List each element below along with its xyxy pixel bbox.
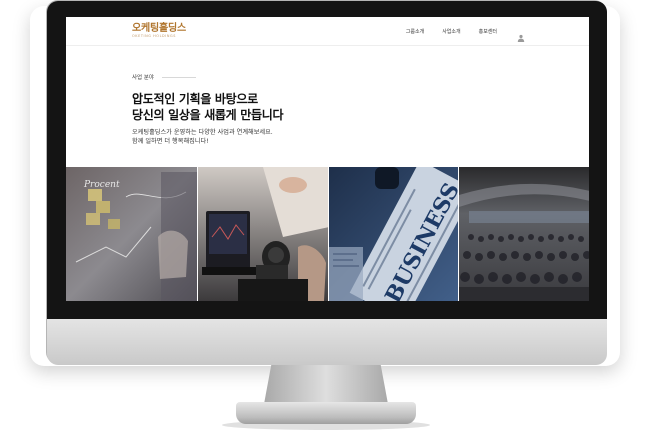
photo-newspaper[interactable]: BUSINESS	[327, 167, 459, 301]
nav-item-group-intro[interactable]: 그룹소개	[406, 28, 424, 35]
nav-item-pr-center[interactable]: 홍보센터	[479, 28, 497, 35]
photo-planning[interactable]: Procent	[66, 167, 197, 301]
monitor-stand-foot	[236, 402, 416, 424]
site-logo[interactable]: 오케팅홀딩스 OKETING HOLDINGS	[132, 23, 186, 39]
main-nav: 그룹소개 사업소개 홍보센터	[388, 27, 525, 42]
description: 오케팅홀딩스가 운영하는 다양한 사업과 연계해보세요. 함께 일하면 더 행복…	[132, 128, 392, 146]
description-line-1: 오케팅홀딩스가 운영하는 다양한 사업과 연계해보세요.	[132, 129, 273, 136]
section-label: 사업 분야	[132, 75, 154, 81]
monitor-stand-neck	[264, 364, 388, 404]
monitor-chin	[47, 319, 607, 365]
website-screen: 오케팅홀딩스 OKETING HOLDINGS 그룹소개 사업소개 홍보센터 사…	[66, 17, 589, 301]
nav-item-business-intro[interactable]: 사업소개	[442, 28, 460, 35]
photo-strip: Procent BUSINESS	[66, 167, 589, 301]
description-line-2: 함께 일하면 더 행복해집니다!	[132, 138, 209, 145]
stage: 오케팅홀딩스 OKETING HOLDINGS 그룹소개 사업소개 홍보센터 사…	[0, 0, 650, 439]
logo-text: 오케팅홀딩스	[132, 23, 186, 34]
user-icon[interactable]	[517, 27, 525, 42]
photo-label-procent: Procent	[83, 180, 120, 190]
headline-line-1: 압도적인 기획을 바탕으로	[132, 92, 258, 106]
headline: 압도적인 기획을 바탕으로 당신의 일상을 새롭게 만듭니다	[132, 91, 392, 123]
photo-video-editing[interactable]	[196, 167, 328, 301]
headline-line-2: 당신의 일상을 새롭게 만듭니다	[132, 108, 284, 122]
site-header: 오케팅홀딩스 OKETING HOLDINGS 그룹소개 사업소개 홍보센터	[66, 17, 589, 46]
photo-conference[interactable]	[458, 167, 589, 301]
logo-subtitle: OKETING HOLDINGS	[132, 34, 176, 38]
section-divider	[162, 77, 196, 78]
